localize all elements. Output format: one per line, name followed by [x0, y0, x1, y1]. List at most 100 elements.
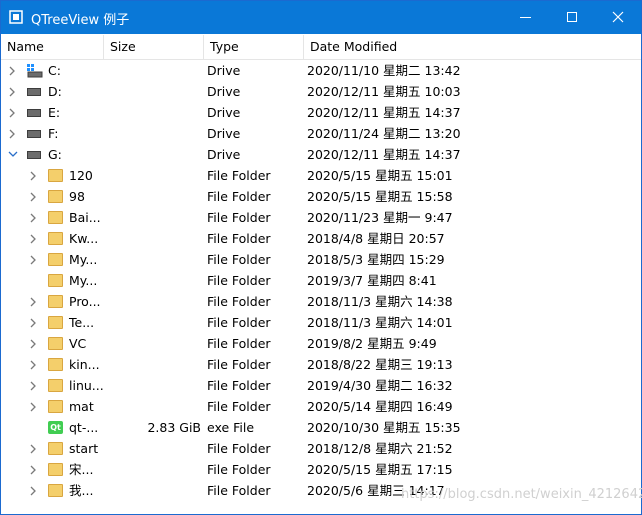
chevron-right-icon[interactable]	[7, 102, 19, 123]
row-type: File Folder	[207, 210, 271, 225]
drive-icon	[27, 130, 41, 138]
row-date-modified: 2018/4/8 星期日 20:57	[307, 231, 445, 246]
tree-row[interactable]: kin... File Folder 2018/8/22 星期三 19:13	[1, 354, 641, 375]
tree-row[interactable]: 120 File Folder 2020/5/15 星期五 15:01	[1, 165, 641, 186]
tree-row[interactable]: 宋... File Folder 2020/5/15 星期五 17:15	[1, 459, 641, 480]
row-type: File Folder	[207, 399, 271, 414]
tree-row[interactable]: Qt qt-... 2.83 GiB exe File 2020/10/30 星期五 1…	[1, 417, 641, 438]
chevron-right-icon[interactable]	[7, 81, 19, 102]
row-date-modified: 2020/5/15 星期五 17:15	[307, 462, 453, 477]
drive-c-icon	[27, 63, 43, 78]
chevron-right-icon[interactable]	[28, 438, 40, 459]
row-name: Te...	[69, 315, 95, 330]
watermark: https://blog.csdn.net/weixin_42126427	[401, 487, 642, 502]
row-name: D:	[48, 84, 62, 99]
chevron-right-icon[interactable]	[28, 165, 40, 186]
tree-row[interactable]: Te... File Folder 2018/11/3 星期六 14:01	[1, 312, 641, 333]
chevron-right-icon[interactable]	[28, 333, 40, 354]
row-date-modified: 2019/4/30 星期二 16:32	[307, 378, 453, 393]
tree-row[interactable]: VC File Folder 2019/8/2 星期五 9:49	[1, 333, 641, 354]
row-type: File Folder	[207, 441, 271, 456]
folder-icon	[48, 442, 63, 455]
row-name: qt-...	[69, 420, 99, 435]
drive-icon	[27, 88, 41, 96]
row-type: File Folder	[207, 231, 271, 246]
row-type: Drive	[207, 63, 241, 78]
tree-row[interactable]: 98 File Folder 2020/5/15 星期五 15:58	[1, 186, 641, 207]
row-date-modified: 2020/5/15 星期五 15:58	[307, 189, 453, 204]
tree-row[interactable]: My... File Folder 2019/3/7 星期四 8:41	[1, 270, 641, 291]
folder-icon	[48, 400, 63, 413]
column-header-name[interactable]: Name	[1, 35, 104, 59]
chevron-right-icon[interactable]	[28, 375, 40, 396]
folder-icon	[48, 211, 63, 224]
tree-row[interactable]: My... File Folder 2018/5/3 星期四 15:29	[1, 249, 641, 270]
folder-icon	[48, 337, 63, 350]
row-type: Drive	[207, 84, 241, 99]
tree-row[interactable]: D: Drive 2020/12/11 星期五 10:03	[1, 81, 641, 102]
chevron-right-icon[interactable]	[28, 312, 40, 333]
row-type: File Folder	[207, 336, 271, 351]
chevron-right-icon[interactable]	[28, 396, 40, 417]
chevron-right-icon[interactable]	[7, 123, 19, 144]
row-date-modified: 2020/11/10 星期二 13:42	[307, 63, 461, 78]
row-type: File Folder	[207, 483, 271, 498]
folder-icon	[48, 232, 63, 245]
column-header-size[interactable]: Size	[104, 35, 204, 59]
chevron-right-icon[interactable]	[28, 228, 40, 249]
chevron-right-icon[interactable]	[28, 291, 40, 312]
row-date-modified: 2020/12/11 星期五 14:37	[307, 105, 461, 120]
row-name: Bai...	[69, 210, 101, 225]
chevron-right-icon[interactable]	[28, 207, 40, 228]
chevron-right-icon[interactable]	[28, 249, 40, 270]
row-date-modified: 2018/11/3 星期六 14:01	[307, 315, 453, 330]
tree-row[interactable]: mat File Folder 2020/5/14 星期四 16:49	[1, 396, 641, 417]
chevron-right-icon[interactable]	[28, 480, 40, 501]
row-type: Drive	[207, 126, 241, 141]
minimize-button[interactable]	[503, 1, 549, 34]
tree-row[interactable]: Pro... File Folder 2018/11/3 星期六 14:38	[1, 291, 641, 312]
row-name: 我...	[69, 483, 94, 498]
row-type: File Folder	[207, 378, 271, 393]
folder-icon	[48, 274, 63, 287]
row-name: 98	[69, 189, 85, 204]
row-type: exe File	[207, 420, 255, 435]
drive-icon	[27, 151, 41, 159]
row-date-modified: 2020/10/30 星期五 15:35	[307, 420, 461, 435]
row-type: File Folder	[207, 315, 271, 330]
tree-row[interactable]: C: Drive 2020/11/10 星期二 13:42	[1, 60, 641, 81]
folder-icon	[48, 295, 63, 308]
title-bar[interactable]: QTreeView 例子	[1, 1, 641, 34]
row-name: VC	[69, 336, 87, 351]
main-window: QTreeView 例子 Name Size Type Date Modifie…	[0, 0, 642, 515]
close-button[interactable]	[595, 1, 641, 34]
chevron-right-icon[interactable]	[7, 60, 19, 81]
chevron-right-icon[interactable]	[28, 354, 40, 375]
row-date-modified: 2020/12/11 星期五 14:37	[307, 147, 461, 162]
tree-row[interactable]: Bai... File Folder 2020/11/23 星期一 9:47	[1, 207, 641, 228]
chevron-right-icon[interactable]	[28, 459, 40, 480]
row-type: Drive	[207, 147, 241, 162]
tree-row[interactable]: G: Drive 2020/12/11 星期五 14:37	[1, 144, 641, 165]
folder-icon	[48, 190, 63, 203]
chevron-right-icon[interactable]	[28, 186, 40, 207]
maximize-button[interactable]	[549, 1, 595, 34]
tree-row[interactable]: start File Folder 2018/12/8 星期六 21:52	[1, 438, 641, 459]
column-header-type[interactable]: Type	[204, 35, 304, 59]
column-header-date-modified[interactable]: Date Modified	[304, 35, 641, 59]
tree-row[interactable]: F: Drive 2020/11/24 星期二 13:20	[1, 123, 641, 144]
chevron-down-icon[interactable]	[7, 144, 19, 165]
row-name: E:	[48, 105, 61, 120]
drive-icon	[27, 109, 41, 117]
row-name: Pro...	[69, 294, 101, 309]
row-date-modified: 2019/3/7 星期四 8:41	[307, 273, 437, 288]
row-type: File Folder	[207, 252, 271, 267]
tree-row[interactable]: linu... File Folder 2019/4/30 星期二 16:32	[1, 375, 641, 396]
tree-row[interactable]: E: Drive 2020/12/11 星期五 14:37	[1, 102, 641, 123]
row-name: linu...	[69, 378, 104, 393]
row-date-modified: 2020/12/11 星期五 10:03	[307, 84, 461, 99]
row-date-modified: 2018/5/3 星期四 15:29	[307, 252, 445, 267]
row-type: File Folder	[207, 273, 271, 288]
row-date-modified: 2020/11/23 星期一 9:47	[307, 210, 453, 225]
tree-row[interactable]: Kw... File Folder 2018/4/8 星期日 20:57	[1, 228, 641, 249]
